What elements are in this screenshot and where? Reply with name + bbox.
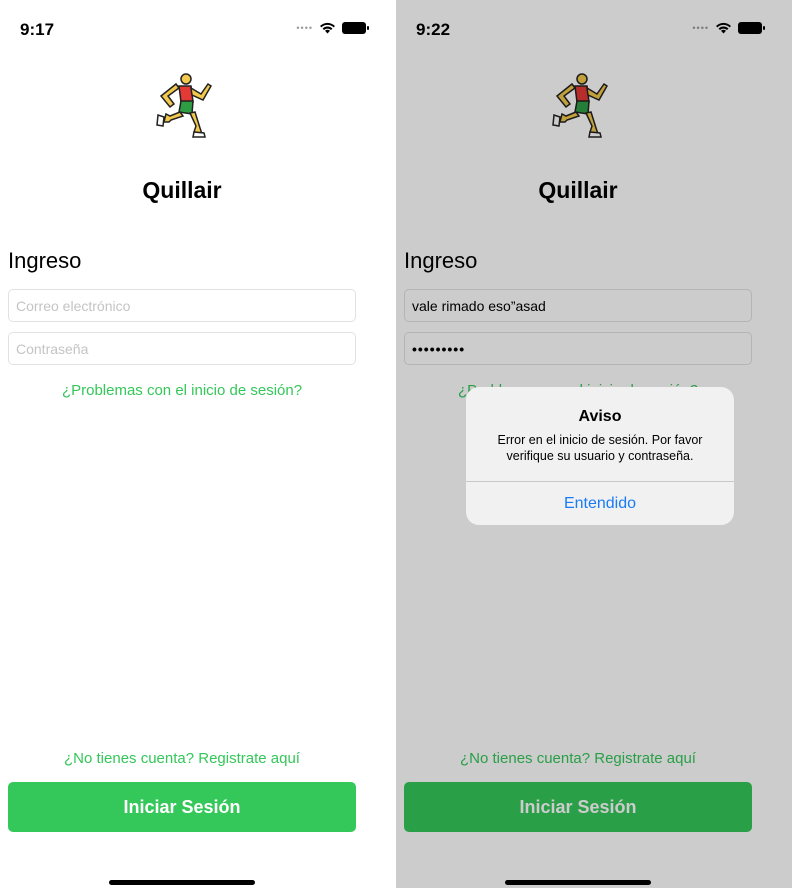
alert-title: Aviso	[578, 408, 622, 425]
password-field[interactable]	[8, 332, 356, 365]
home-indicator	[109, 880, 255, 885]
register-link[interactable]: ¿No tienes cuenta? Registrate aquí	[0, 750, 364, 767]
login-button[interactable]: Iniciar Sesión	[8, 782, 356, 832]
status-bar: 9:17 ••••	[0, 0, 396, 60]
forgot-password-link[interactable]: ¿Problemas con el inicio de sesión?	[0, 382, 364, 399]
signal-icon: ••••	[296, 23, 313, 33]
login-screen: 9:17 •••• Quillair Ingreso ¿Problemas co…	[0, 0, 396, 888]
error-alert: Aviso Error en el inicio de sesión. Por …	[466, 387, 734, 525]
wifi-icon	[320, 22, 335, 34]
running-man-icon	[156, 73, 212, 138]
email-field[interactable]	[8, 289, 356, 322]
password-input[interactable]	[16, 340, 348, 357]
status-icons: ••••	[296, 22, 369, 34]
alert-ok-button[interactable]: Entendido	[466, 482, 734, 525]
email-input[interactable]	[16, 297, 348, 314]
battery-icon	[342, 22, 369, 34]
section-title: Ingreso	[8, 248, 82, 273]
alert-message: Error en el inicio de sesión. Por favor …	[497, 433, 703, 463]
login-screen-error: 9:22 •••• Quillair Ingreso ••••••••• ¿Pr…	[396, 0, 792, 888]
status-time: 9:17	[20, 20, 55, 39]
app-title: Quillair	[142, 177, 222, 203]
